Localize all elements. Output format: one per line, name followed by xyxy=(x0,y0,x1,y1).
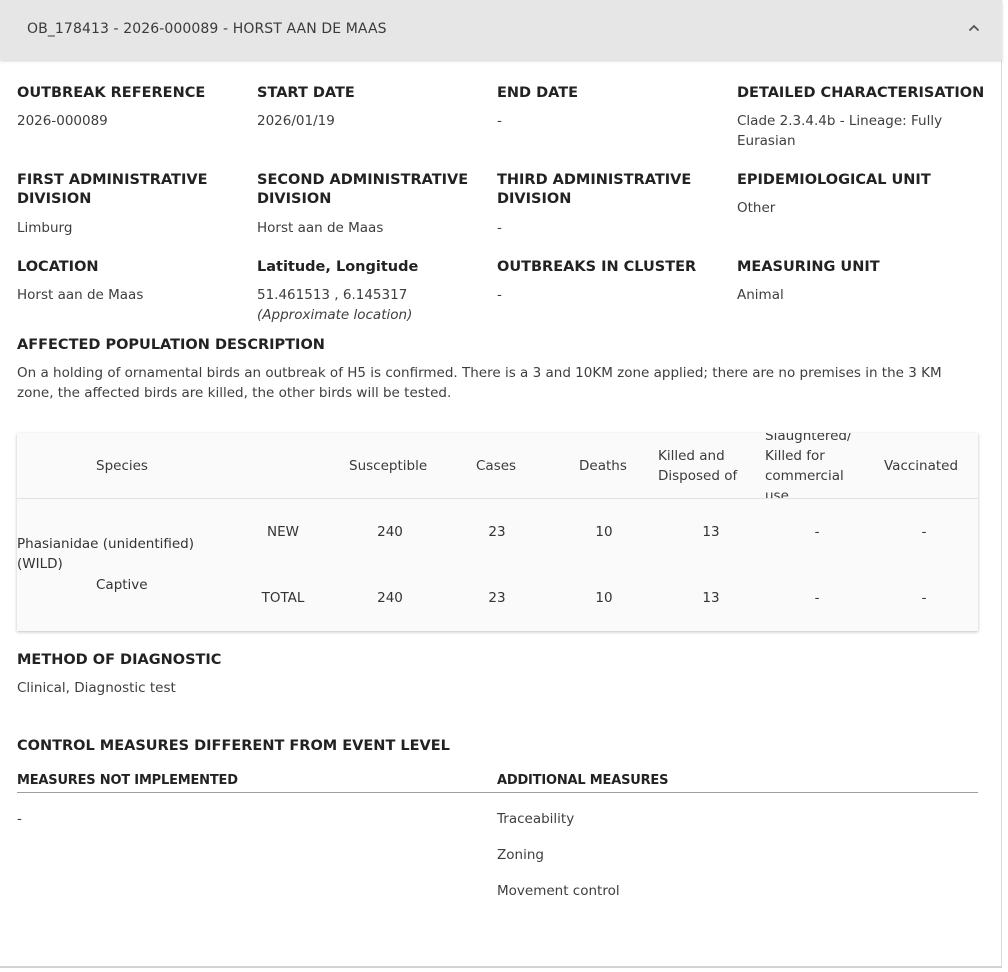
detailed-characterisation-label: DETAILED CHARACTERISATION xyxy=(737,85,985,101)
diagnostic-label: METHOD OF DIAGNOSTIC xyxy=(17,652,222,668)
first-admin-division-label: FIRST ADMINISTRATIVE DIVISION xyxy=(17,172,208,207)
cell-cases: 23 xyxy=(488,524,506,540)
detailed-characterisation-value: Clade 2.3.4.4b - Lineage: Fully Eurasian xyxy=(737,113,943,149)
lat-long-value: 51.461513 , 6.145317 xyxy=(257,287,408,303)
additional-measure-item: Zoning xyxy=(497,847,544,863)
species-table: Species Susceptible Cases Deaths Killed … xyxy=(17,433,978,631)
cell-slaughtered: - xyxy=(814,524,820,540)
cell-susceptible: 240 xyxy=(377,590,403,606)
row-type: TOTAL xyxy=(261,590,305,606)
approximate-location-note: (Approximate location) xyxy=(257,307,413,323)
panel-header[interactable]: OB_178413 - 2026-000089 - HORST AAN DE M… xyxy=(0,0,1002,60)
control-measures-title: CONTROL MEASURES DIFFERENT FROM EVENT LE… xyxy=(17,738,450,754)
first-admin-division-value: Limburg xyxy=(17,220,73,236)
third-admin-division-label: THIRD ADMINISTRATIVE DIVISION xyxy=(497,172,692,207)
cell-killed-disposed: 13 xyxy=(702,590,720,606)
col-vaccinated: Vaccinated xyxy=(884,458,959,474)
outbreak-reference-value: 2026-000089 xyxy=(17,113,108,129)
location-value: Horst aan de Maas xyxy=(17,287,144,303)
start-date-label: START DATE xyxy=(257,85,355,101)
col-deaths: Deaths xyxy=(579,458,627,474)
panel-title: OB_178413 - 2026-000089 - HORST AAN DE M… xyxy=(27,21,387,37)
cell-vaccinated: - xyxy=(921,524,927,540)
start-date-value: 2026/01/19 xyxy=(257,113,335,129)
outbreak-reference-label: OUTBREAK REFERENCE xyxy=(17,85,206,101)
outbreaks-in-cluster-label: OUTBREAKS IN CLUSTER xyxy=(497,259,697,275)
measuring-unit-label: MEASURING UNIT xyxy=(737,259,880,275)
diagnostic-value: Clinical, Diagnostic test xyxy=(17,680,176,696)
outbreaks-in-cluster-value: - xyxy=(497,287,502,303)
lat-long-label: Latitude, Longitude xyxy=(257,259,419,275)
species-name: Phasianidae (unidentified) (WILD) xyxy=(17,536,195,572)
col-killed-disposed: Killed and Disposed of xyxy=(658,448,738,484)
affected-population-value: On a holding of ornamental birds an outb… xyxy=(17,365,942,401)
measures-not-implemented-label: MEASURES NOT IMPLEMENTED xyxy=(17,773,238,788)
epidemiological-unit-label: EPIDEMIOLOGICAL UNIT xyxy=(737,172,931,188)
cell-vaccinated: - xyxy=(921,590,927,606)
end-date-value: - xyxy=(497,113,502,129)
col-cases: Cases xyxy=(476,458,517,474)
species-status: Captive xyxy=(96,577,148,593)
cell-cases: 23 xyxy=(488,590,506,606)
cell-deaths: 10 xyxy=(595,590,613,606)
row-type: NEW xyxy=(267,524,299,540)
end-date-label: END DATE xyxy=(497,85,579,101)
cell-susceptible: 240 xyxy=(377,524,403,540)
not-implemented-item: - xyxy=(17,811,22,827)
epidemiological-unit-value: Other xyxy=(737,200,776,216)
additional-measure-item: Traceability xyxy=(497,811,575,827)
additional-measures-label: ADDITIONAL MEASURES xyxy=(497,773,669,788)
col-slaughtered: Slaughtered/ Killed for commercial use xyxy=(765,433,852,498)
affected-population-label: AFFECTED POPULATION DESCRIPTION xyxy=(17,337,325,353)
second-admin-division-label: SECOND ADMINISTRATIVE DIVISION xyxy=(257,172,469,207)
location-label: LOCATION xyxy=(17,259,99,275)
measuring-unit-value: Animal xyxy=(737,287,784,303)
col-species: Species xyxy=(96,458,148,474)
table-header-divider xyxy=(17,498,978,499)
col-susceptible: Susceptible xyxy=(349,458,428,474)
cell-deaths: 10 xyxy=(595,524,613,540)
second-admin-division-value: Horst aan de Maas xyxy=(257,220,384,236)
chevron-up-icon[interactable] xyxy=(964,18,984,38)
outbreak-panel: OB_178413 - 2026-000089 - HORST AAN DE M… xyxy=(0,0,1002,968)
third-admin-division-value: - xyxy=(497,220,502,236)
cell-slaughtered: - xyxy=(814,590,820,606)
additional-measure-item: Movement control xyxy=(497,883,620,899)
measures-divider xyxy=(17,792,978,793)
cell-killed-disposed: 13 xyxy=(702,524,720,540)
